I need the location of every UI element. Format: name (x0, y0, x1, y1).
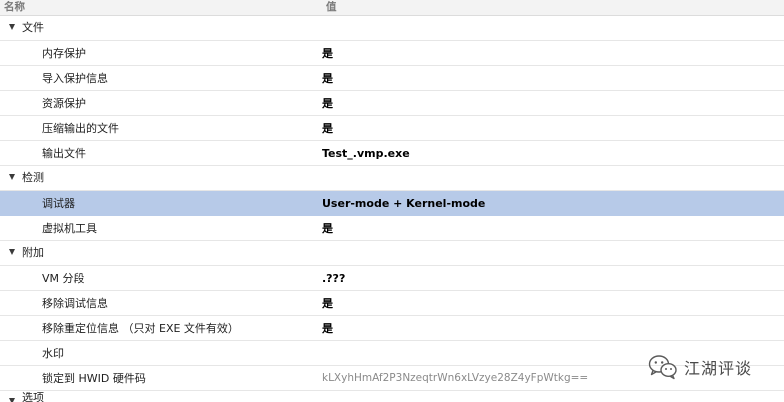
property-value[interactable]: 是 (322, 316, 333, 341)
value-column-header[interactable]: 值 (326, 0, 337, 15)
property-value[interactable]: Test_.vmp.exe (322, 141, 410, 166)
property-value[interactable]: 是 (322, 291, 333, 316)
property-row-vm-section[interactable]: VM 分段 .??? (0, 266, 784, 291)
property-name: VM 分段 (42, 272, 85, 285)
property-value[interactable]: 是 (322, 116, 333, 141)
category-label: 文件 (22, 21, 44, 34)
property-row-memory-protection[interactable]: 内存保护 是 (0, 41, 784, 66)
property-row-strip-relocations[interactable]: 移除重定位信息 （只对 EXE 文件有效） 是 (0, 316, 784, 341)
property-row-output-file[interactable]: 输出文件 Test_.vmp.exe (0, 141, 784, 166)
grid-header: 名称 值 (0, 0, 784, 16)
property-name: 移除重定位信息 （只对 EXE 文件有效） (42, 322, 239, 335)
property-name: 内存保护 (42, 47, 86, 60)
property-name: 压缩输出的文件 (42, 122, 119, 135)
category-row-options[interactable]: 选项 (0, 392, 784, 402)
property-row-resource-protection[interactable]: 资源保护 是 (0, 91, 784, 116)
property-grid: 名称 值 文件 内存保护 是 导入保护信息 是 资源保护 是 压缩输出的文件 是… (0, 0, 784, 402)
property-value[interactable]: 是 (322, 216, 333, 241)
property-value[interactable]: User-mode + Kernel-mode (322, 191, 485, 216)
wechat-watermark: 江湖评谈 (648, 352, 752, 382)
expand-arrow-icon[interactable] (9, 174, 15, 180)
category-row-detection[interactable]: 检测 (0, 166, 784, 191)
property-name: 资源保护 (42, 97, 86, 110)
property-row-import-protection[interactable]: 导入保护信息 是 (0, 66, 784, 91)
property-name: 调试器 (42, 197, 75, 210)
property-name: 水印 (42, 347, 64, 360)
watermark-text: 江湖评谈 (684, 359, 753, 378)
property-row-vm-tools[interactable]: 虚拟机工具 是 (0, 216, 784, 241)
category-row-additional[interactable]: 附加 (0, 241, 784, 266)
category-label: 附加 (22, 246, 44, 259)
property-value[interactable]: 是 (322, 91, 333, 116)
property-value[interactable]: .??? (322, 266, 345, 291)
property-name: 移除调试信息 (42, 297, 108, 310)
wechat-icon (648, 354, 678, 380)
property-name: 虚拟机工具 (42, 222, 97, 235)
property-row-strip-debug-info[interactable]: 移除调试信息 是 (0, 291, 784, 316)
category-row-file[interactable]: 文件 (0, 16, 784, 41)
property-name: 导入保护信息 (42, 72, 108, 85)
expand-arrow-icon[interactable] (9, 24, 15, 30)
property-value[interactable]: 是 (322, 66, 333, 91)
property-name: 输出文件 (42, 147, 86, 160)
expand-arrow-icon[interactable] (9, 249, 15, 255)
property-value[interactable]: 是 (322, 41, 333, 66)
property-row-pack-output[interactable]: 压缩输出的文件 是 (0, 116, 784, 141)
category-label: 选项 (22, 392, 44, 402)
property-name: 锁定到 HWID 硬件码 (42, 372, 146, 385)
expand-arrow-icon[interactable] (9, 398, 15, 402)
category-label: 检测 (22, 171, 44, 184)
property-row-debugger[interactable]: 调试器 User-mode + Kernel-mode (0, 191, 784, 216)
name-column-header[interactable]: 名称 (4, 0, 25, 15)
property-value[interactable]: kLXyhHmAf2P3NzeqtrWn6xLVzye28Z4yFpWtkg== (322, 366, 588, 391)
